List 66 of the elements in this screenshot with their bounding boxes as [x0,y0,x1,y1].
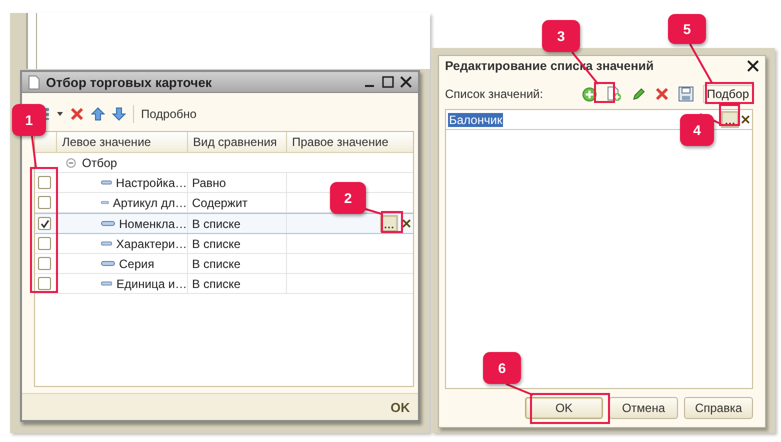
checkbox[interactable] [38,257,51,270]
field-icon [101,221,115,226]
dialog-button[interactable]: OK [525,397,603,419]
leader-line [31,136,37,168]
table-cell: В списке [192,276,241,290]
table-cell: Серия [119,256,154,270]
field-icon [101,200,109,205]
dialog-button[interactable]: Справка [684,397,753,419]
clear-icon[interactable] [402,219,411,228]
checkbox[interactable] [38,196,51,209]
list-item[interactable]: Балончик [448,112,504,126]
arrow-down-icon[interactable] [112,107,126,121]
highlight-frame [381,211,403,233]
caret-icon[interactable] [57,112,63,116]
callout-badge: 3 [542,20,580,52]
checkbox[interactable] [38,237,51,250]
table-row[interactable]: Единица и… В списке [35,274,413,294]
list-label: Список значений: [445,87,544,101]
column-header[interactable]: Левое значение [56,132,187,152]
callout-badge: 1 [12,104,46,136]
collapse-icon[interactable] [66,158,76,168]
close-button[interactable] [400,76,412,88]
save-icon[interactable] [678,86,694,102]
table-cell: Единица и… [116,276,187,290]
column-header[interactable]: Правое значение [286,132,413,152]
delete-icon[interactable] [654,87,669,101]
table-row[interactable]: Характери… В списке [35,234,413,254]
field-icon [101,261,115,266]
field-icon [101,281,112,286]
table-row[interactable]: Серия В списке [35,254,413,274]
callout-badge: 6 [483,352,521,384]
checkbox[interactable] [38,217,51,230]
table-cell: Номенкла… [119,216,187,230]
table-cell: В списке [192,256,241,270]
table-cell: В списке [192,216,241,230]
close-button[interactable] [747,60,759,72]
document-icon [28,74,40,90]
checkbox[interactable] [38,176,51,189]
delete-icon[interactable] [70,107,84,121]
column-header[interactable]: Вид сравнения [187,132,286,152]
table-cell: Характери… [116,236,187,250]
callout-badge: 2 [330,182,366,214]
checkbox[interactable] [38,277,51,290]
field-icon [101,180,112,185]
clear-icon[interactable] [741,115,750,124]
ok-button[interactable]: OK [390,400,410,414]
table-cell: В списке [192,236,241,250]
group-label: Отбор [82,156,118,170]
table-row[interactable]: Номенкла… В списке [35,213,413,234]
leader-line [506,383,534,396]
add-icon[interactable] [582,86,597,102]
details-button[interactable]: Подробно [141,107,197,121]
table-cell: Содержит [192,196,248,210]
table-cell: Равно [192,176,226,190]
pencil-icon[interactable] [630,86,646,102]
callout-badge: 4 [680,114,714,146]
leader-line [689,44,713,84]
table-cell: Артикул дл… [112,196,187,210]
field-icon [101,241,112,246]
dialog-button[interactable]: Отмена [609,397,678,419]
arrow-up-icon[interactable] [91,107,105,121]
window-title: Отбор торговых карточек [46,74,213,90]
table-cell: Настройка… [116,176,187,190]
highlight-frame [594,82,615,103]
callout-badge: 5 [668,14,706,44]
maximize-button[interactable] [382,76,394,88]
